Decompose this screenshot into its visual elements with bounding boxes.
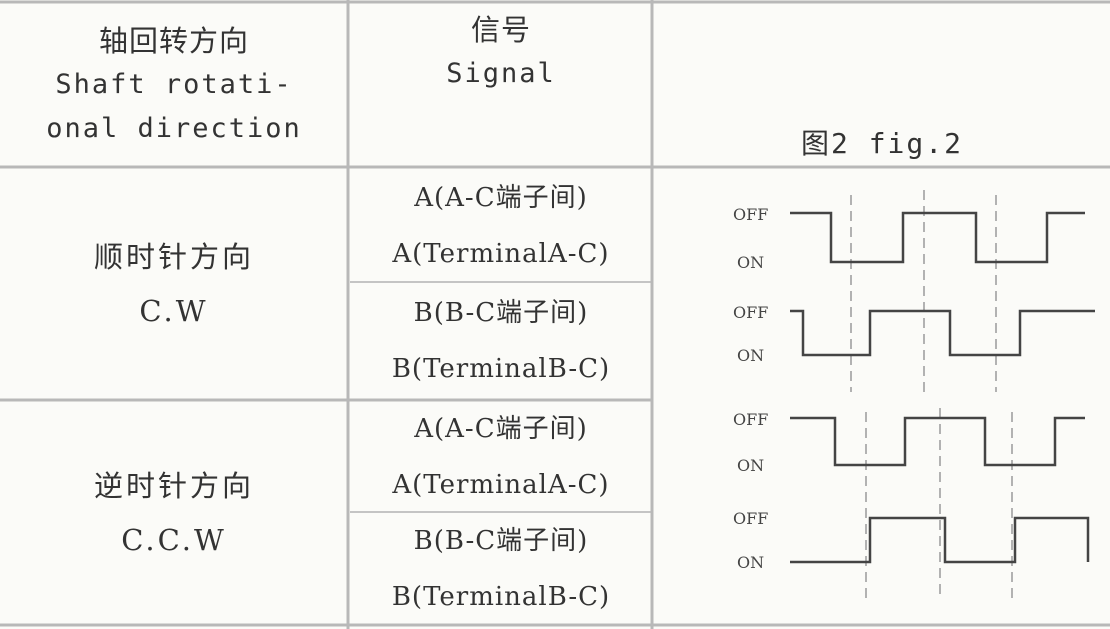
signal-table: 轴回转方向 Shaft rotati- onal direction 信号 Si… <box>0 0 1110 629</box>
cw-wave-b <box>790 309 1095 357</box>
ccw-a-low-label: ON <box>737 456 764 475</box>
cw-b-high-label: OFF <box>733 303 768 322</box>
cw-a-low-label: ON <box>737 253 764 272</box>
ccw-wave-b <box>790 516 1090 564</box>
timing-diagram: OFF ON OFF ON OFF ON OFF ON <box>733 190 1095 600</box>
cw-wave-a <box>790 211 1085 264</box>
ccw-a-high-label: OFF <box>733 410 768 429</box>
ccw-b-high-label: OFF <box>733 509 768 528</box>
ccw-b-low-label: ON <box>737 553 764 572</box>
cw-a-high-label: OFF <box>733 205 768 224</box>
ccw-wave-a <box>790 416 1085 467</box>
cw-b-low-label: ON <box>737 346 764 365</box>
